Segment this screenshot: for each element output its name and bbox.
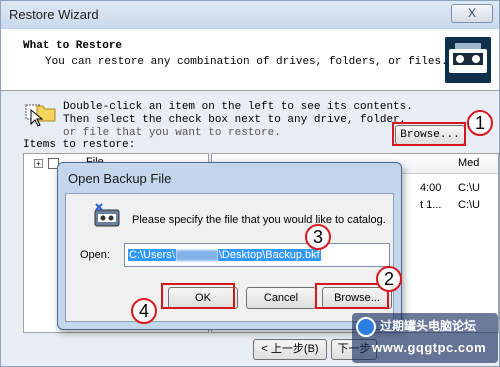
page-subtitle: You can restore any combination of drive…	[45, 56, 448, 68]
row-1-media: C:\U	[458, 182, 480, 194]
wizard-header: What to Restore You can restore any comb…	[1, 29, 499, 91]
instruction-line-3: or file that you want to restore.	[63, 127, 281, 139]
step-marker-3: 3	[305, 224, 331, 250]
path-selected-end: \Desktop\Backup.bkf	[217, 249, 321, 261]
row-2-time: t 1...	[420, 199, 442, 211]
step-marker-2: 2	[376, 266, 402, 292]
back-button[interactable]: < 上一步(B)	[253, 339, 327, 360]
site-watermark: 过期罐头电脑论坛 www.gqgtpc.com	[352, 313, 498, 363]
expand-icon[interactable]: +	[34, 159, 43, 168]
path-selected-start: C:\Users\	[128, 249, 176, 261]
row-2-media: C:\U	[458, 199, 480, 211]
open-label: Open:	[80, 249, 110, 261]
instruction-line-2: Then select the check box next to any dr…	[63, 114, 407, 126]
backup-path-input[interactable]: C:\Users\ \Desktop\Backup.bkf	[124, 243, 390, 267]
path-blurred-username	[175, 249, 218, 261]
step-marker-1: 1	[467, 110, 493, 136]
cancel-button[interactable]: Cancel	[246, 287, 316, 309]
backup-file-icon	[92, 202, 122, 232]
step-marker-4: 4	[131, 298, 157, 324]
watermark-logo-icon	[356, 317, 376, 337]
folder-pointer-icon	[25, 102, 57, 132]
dialog-message: Please specify the file that you would l…	[132, 214, 386, 226]
watermark-text: 过期罐头电脑论坛	[380, 319, 477, 333]
backup-tape-icon	[445, 37, 491, 83]
window-close-button[interactable]: X	[451, 4, 493, 23]
row-1-time: 4:00	[420, 182, 442, 194]
highlight-ok	[161, 283, 235, 309]
watermark-url: www.gqgtpc.com	[372, 340, 487, 355]
column-header-media[interactable]: Med	[458, 157, 479, 169]
highlight-browse	[392, 122, 466, 146]
wizard-titlebar: Restore Wizard X	[1, 1, 499, 29]
items-to-restore-label: Items to restore:	[23, 139, 136, 151]
close-icon: X	[467, 6, 476, 20]
page-title: What to Restore	[23, 40, 123, 52]
dialog-title: Open Backup File	[68, 171, 172, 186]
wizard-title: Restore Wizard	[9, 7, 99, 22]
instruction-line-1: Double-click an item on the left to see …	[63, 101, 413, 113]
